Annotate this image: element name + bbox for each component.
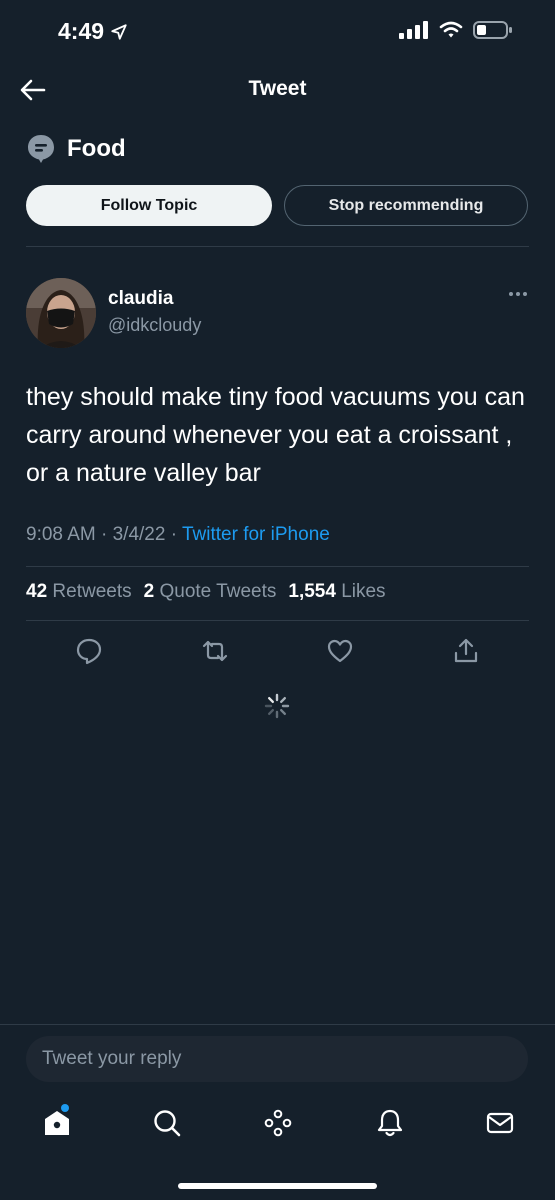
- retweet-button[interactable]: [200, 636, 230, 666]
- retweets-label: Retweets: [52, 581, 132, 602]
- home-icon: [45, 1111, 69, 1135]
- tab-notifications[interactable]: [372, 1105, 408, 1141]
- likes-stat[interactable]: 1,554 Likes: [288, 581, 385, 603]
- status-bar-time: 4:49: [58, 18, 128, 45]
- tweet-source-link[interactable]: Twitter for iPhone: [182, 524, 330, 545]
- topic-name: Food: [67, 135, 126, 162]
- quote-tweets-count: 2: [143, 581, 155, 602]
- like-button[interactable]: [325, 636, 355, 666]
- mail-icon: [486, 1112, 514, 1134]
- author-name[interactable]: claudia: [108, 288, 173, 310]
- cellular-signal-icon: [399, 21, 428, 39]
- divider: [0, 1024, 555, 1025]
- divider: [26, 620, 529, 621]
- quote-tweets-stat[interactable]: 2 Quote Tweets: [144, 581, 277, 603]
- home-indicator: [178, 1183, 377, 1189]
- divider: [26, 566, 529, 567]
- reply-input[interactable]: [26, 1036, 528, 1082]
- topic-icon: [27, 134, 55, 169]
- status-time-text: 4:49: [58, 18, 105, 44]
- tweet-meta: 9:08 AM · 3/4/22 · Twitter for iPhone: [26, 524, 330, 546]
- reply-icon: [76, 638, 102, 665]
- wifi-icon: [439, 21, 463, 38]
- retweets-count: 42: [26, 581, 48, 602]
- avatar[interactable]: [26, 278, 96, 348]
- battery-icon: [473, 21, 512, 39]
- more-dot-icon: [523, 292, 527, 296]
- tweet-text: they should make tiny food vacuums you c…: [26, 383, 525, 487]
- likes-count: 1,554: [288, 581, 336, 602]
- meta-separator: ·: [101, 524, 108, 545]
- heart-icon: [327, 639, 353, 663]
- quote-tweets-label: Quote Tweets: [159, 581, 277, 602]
- share-button[interactable]: [451, 636, 481, 666]
- reply-button[interactable]: [74, 636, 104, 666]
- stop-recommending-button[interactable]: Stop recommending: [284, 185, 528, 226]
- tweet-date: 3/4/22: [112, 524, 166, 545]
- tab-home[interactable]: [39, 1105, 75, 1141]
- more-dot-icon: [509, 292, 513, 296]
- location-arrow-icon: [111, 23, 127, 40]
- loading-spinner-icon: [263, 692, 291, 725]
- retweets-stat[interactable]: 42 Retweets: [26, 581, 132, 603]
- status-bar-indicators: [399, 20, 513, 40]
- more-options-button[interactable]: [509, 292, 527, 296]
- retweet-icon: [202, 640, 228, 662]
- divider: [26, 246, 529, 247]
- meta-separator: ·: [170, 524, 178, 545]
- tab-spaces[interactable]: [260, 1105, 296, 1141]
- bell-icon: [377, 1109, 403, 1137]
- tab-search[interactable]: [149, 1105, 185, 1141]
- search-icon: [154, 1110, 181, 1137]
- tweet-stats: 42 Retweets 2 Quote Tweets 1,554 Likes: [26, 581, 386, 603]
- tweet-time: 9:08 AM: [26, 524, 96, 545]
- notification-dot: [61, 1104, 69, 1112]
- share-icon: [454, 638, 478, 663]
- page-title: Tweet: [248, 77, 307, 100]
- author-handle[interactable]: @idkcloudy: [108, 315, 201, 336]
- spaces-icon: [264, 1109, 292, 1137]
- likes-label: Likes: [341, 581, 386, 602]
- tab-messages[interactable]: [482, 1105, 518, 1141]
- follow-topic-button[interactable]: Follow Topic: [26, 185, 272, 226]
- more-dot-icon: [516, 292, 520, 296]
